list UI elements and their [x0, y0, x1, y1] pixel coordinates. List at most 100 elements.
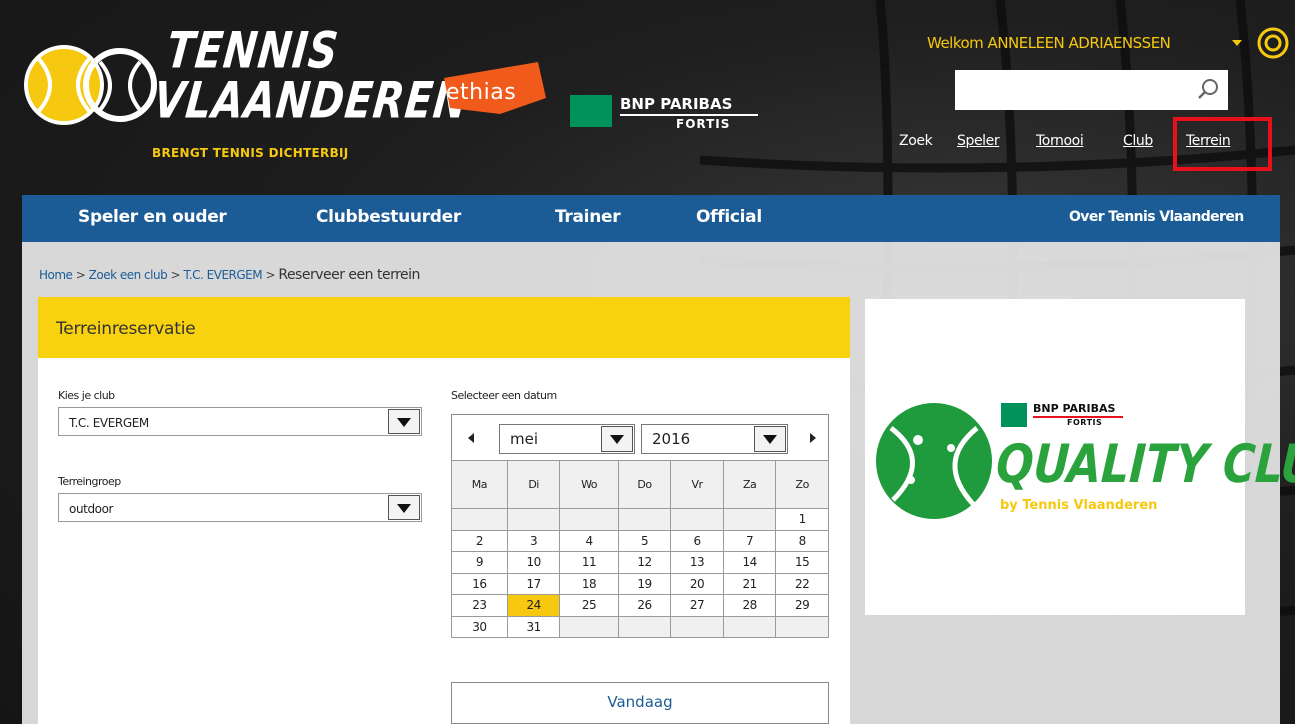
chevron-down-icon[interactable] [388, 495, 420, 520]
weekday-header: Zo [775, 460, 829, 509]
main-content: Home > Zoek een club > T.C. EVERGEM > Re… [22, 242, 1295, 724]
welcome-user-menu[interactable]: Welkom ANNELEEN ADRIAENSSEN [927, 34, 1171, 52]
calendar-day[interactable]: 16 [451, 572, 508, 595]
previous-month-icon[interactable] [468, 433, 474, 443]
calendar-day[interactable]: 27 [670, 594, 724, 617]
calendar-day[interactable]: 9 [451, 551, 508, 574]
court-group-select-value: outdoor [69, 502, 114, 516]
banner-bnp-line1: BNP PARIBAS [1033, 402, 1116, 415]
club-select[interactable]: T.C. EVERGEM [58, 407, 422, 436]
calendar-day[interactable]: 17 [506, 572, 561, 595]
calendar-empty-cell [559, 615, 619, 638]
calendar-day[interactable]: 28 [722, 594, 777, 617]
month-select-value: mei [510, 430, 539, 448]
weekday-header: Za [722, 460, 777, 509]
logo-text-vlaanderen: VLAANDEREN [150, 72, 471, 130]
nav-item-clubbestuurder[interactable]: Clubbestuurder [316, 207, 461, 227]
calendar-day[interactable]: 15 [775, 551, 829, 574]
calendar-day[interactable]: 29 [775, 594, 829, 617]
calendar-day[interactable]: 20 [670, 572, 724, 595]
calendar-day[interactable]: 11 [559, 551, 619, 574]
link-club[interactable]: Club [1123, 133, 1153, 149]
calendar-empty-cell [775, 615, 829, 638]
search-links: Zoek Speler Tornooi Club Terrein [0, 133, 1295, 153]
quality-club-banner: BNP PARIBAS FORTIS QUALITY CLUB by Tenni… [865, 299, 1295, 615]
calendar-day[interactable]: 5 [617, 529, 672, 552]
nav-item-trainer[interactable]: Trainer [555, 207, 621, 227]
calendar-day[interactable]: 6 [670, 529, 724, 552]
nav-item-speler-en-ouder[interactable]: Speler en ouder [78, 207, 227, 227]
calendar-day[interactable]: 26 [617, 594, 672, 617]
calendar-week-row: 16 17 18 19 20 21 22 [451, 572, 829, 595]
chevron-down-icon[interactable] [754, 426, 786, 452]
bnp-logo-line2: FORTIS [676, 117, 731, 131]
main-navigation: Speler en ouder Clubbestuurder Trainer O… [22, 195, 1280, 242]
calendar-day[interactable]: 21 [722, 572, 777, 595]
calendar-day[interactable]: 25 [559, 594, 619, 617]
today-button[interactable]: Vandaag [451, 682, 829, 724]
chevron-down-icon[interactable] [388, 409, 420, 434]
calendar-day[interactable]: 10 [506, 551, 561, 574]
breadcrumb-club[interactable]: T.C. EVERGEM [183, 268, 262, 282]
reservation-panel: Terreinreservatie Kies je club T.C. EVER… [38, 297, 850, 724]
month-select[interactable]: mei [499, 424, 635, 454]
nav-item-over-tennis-vlaanderen[interactable]: Over Tennis Vlaanderen [1069, 209, 1244, 225]
search-label: Zoek [899, 133, 933, 149]
calendar-day[interactable]: 7 [722, 529, 777, 552]
calendar-empty-cell [506, 508, 561, 531]
breadcrumb-zoek-een-club[interactable]: Zoek een club [89, 268, 168, 282]
calendar-day[interactable]: 12 [617, 551, 672, 574]
calendar-day[interactable]: 22 [775, 572, 829, 595]
calendar-day[interactable]: 31 [506, 615, 561, 638]
club-label: Kies je club [58, 389, 115, 402]
year-select[interactable]: 2016 [641, 424, 788, 454]
highlight-annotation [1173, 117, 1272, 171]
logo-text-tennis: TENNIS [163, 22, 342, 80]
calendar-day[interactable]: 1 [775, 508, 829, 531]
nav-item-official[interactable]: Official [696, 207, 762, 227]
tennis-ball-icon [876, 403, 992, 519]
bnp-stars-icon [570, 95, 612, 127]
search-input[interactable] [955, 70, 1228, 110]
breadcrumb: Home > Zoek een club > T.C. EVERGEM > Re… [39, 267, 420, 283]
logout-icon[interactable] [1256, 26, 1290, 60]
calendar-day[interactable]: 18 [559, 572, 619, 595]
calendar-week-row: 1 [451, 508, 829, 531]
chevron-down-icon[interactable] [601, 426, 633, 452]
site-header: TENNIS VLAANDEREN BRENGT TENNIS DICHTERB… [0, 0, 1295, 195]
breadcrumb-separator: > [75, 268, 86, 282]
breadcrumb-separator: > [265, 268, 276, 282]
weekday-header: Do [617, 460, 672, 509]
calendar-day[interactable]: 14 [722, 551, 777, 574]
calendar-day[interactable]: 30 [451, 615, 508, 638]
chevron-down-icon[interactable] [1232, 40, 1242, 46]
calendar-week-row: 9 10 11 12 13 14 15 [451, 551, 829, 574]
banner-title: QUALITY CLUB [994, 434, 1295, 496]
calendar-empty-cell [670, 615, 724, 638]
link-speler[interactable]: Speler [957, 133, 1000, 149]
calendar-empty-cell [617, 508, 672, 531]
calendar-day[interactable]: 2 [451, 529, 508, 552]
weekday-header: Vr [670, 460, 724, 509]
year-select-value: 2016 [652, 430, 691, 448]
calendar-day[interactable]: 8 [775, 529, 829, 552]
calendar-day[interactable]: 4 [559, 529, 619, 552]
calendar-week-row: 23 24 25 26 27 28 29 [451, 594, 829, 617]
breadcrumb-current: Reserveer een terrein [278, 267, 420, 283]
court-group-select[interactable]: outdoor [58, 493, 422, 522]
calendar-empty-cell [617, 615, 672, 638]
link-tornooi[interactable]: Tornooi [1036, 133, 1084, 149]
calendar-day[interactable]: 13 [670, 551, 724, 574]
calendar-week-row: 2345678 [451, 529, 829, 552]
calendar-day[interactable]: 23 [451, 594, 508, 617]
breadcrumb-home[interactable]: Home [39, 268, 73, 282]
next-month-icon[interactable] [810, 433, 816, 443]
club-select-value: T.C. EVERGEM [69, 416, 149, 430]
calendar-day[interactable]: 3 [506, 529, 561, 552]
banner-bnp-line2: FORTIS [1067, 418, 1103, 427]
calendar-day[interactable]: 19 [617, 572, 672, 595]
search-icon[interactable] [1196, 77, 1220, 101]
bnp-logo-line1: BNP PARIBAS [620, 95, 733, 113]
date-label: Selecteer een datum [451, 389, 557, 402]
calendar-day-selected[interactable]: 24 [506, 594, 561, 617]
